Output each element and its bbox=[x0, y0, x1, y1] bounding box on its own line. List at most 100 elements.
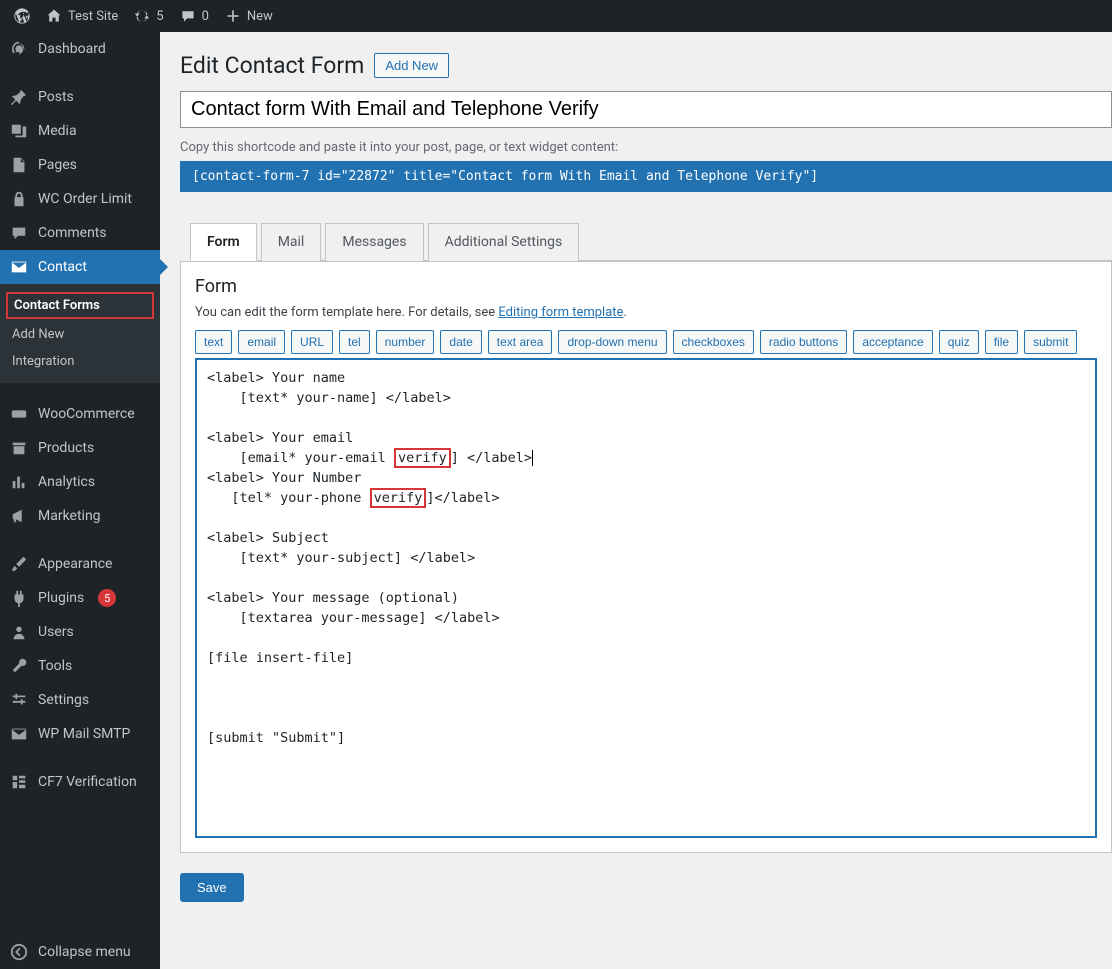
sidebar-item-label: Users bbox=[38, 624, 74, 640]
site-name-link[interactable]: Test Site bbox=[38, 0, 126, 32]
tag-tel[interactable]: tel bbox=[339, 330, 370, 354]
sidebar-item-label: WC Order Limit bbox=[38, 191, 132, 207]
save-button[interactable]: Save bbox=[180, 873, 244, 902]
new-content-link[interactable]: New bbox=[217, 0, 281, 32]
mail-icon bbox=[10, 258, 28, 276]
tag-url[interactable]: URL bbox=[291, 330, 333, 354]
sidebar-item-dashboard[interactable]: Dashboard bbox=[0, 32, 160, 66]
sidebar-item-pages[interactable]: Pages bbox=[0, 148, 160, 182]
chart-icon bbox=[10, 473, 28, 491]
updates-count: 5 bbox=[156, 9, 163, 24]
grid-icon bbox=[10, 773, 28, 791]
update-icon bbox=[134, 8, 150, 24]
tag-radio[interactable]: radio buttons bbox=[760, 330, 847, 354]
sidebar-item-label: CF7 Verification bbox=[38, 774, 137, 790]
tag-submit[interactable]: submit bbox=[1024, 330, 1077, 354]
sidebar-item-wc-order-limit[interactable]: WC Order Limit bbox=[0, 182, 160, 216]
main-content: Edit Contact Form Add New Copy this shor… bbox=[160, 32, 1112, 969]
tag-text[interactable]: text bbox=[195, 330, 232, 354]
sidebar-item-plugins[interactable]: Plugins 5 bbox=[0, 581, 160, 615]
updates-link[interactable]: 5 bbox=[126, 0, 171, 32]
user-icon bbox=[10, 623, 28, 641]
shortcode-label: Copy this shortcode and paste it into yo… bbox=[180, 140, 1112, 155]
form-panel: Form You can edit the form template here… bbox=[180, 261, 1112, 853]
form-title-input[interactable] bbox=[180, 91, 1112, 128]
tag-number[interactable]: number bbox=[376, 330, 435, 354]
wrench-icon bbox=[10, 657, 28, 675]
collapse-icon bbox=[10, 943, 28, 961]
wordpress-icon bbox=[14, 8, 30, 24]
tab-messages[interactable]: Messages bbox=[325, 223, 423, 261]
sidebar-item-posts[interactable]: Posts bbox=[0, 80, 160, 114]
lock-icon bbox=[10, 190, 28, 208]
submenu-integration[interactable]: Integration bbox=[0, 348, 160, 375]
sidebar-item-appearance[interactable]: Appearance bbox=[0, 547, 160, 581]
admin-sidebar: Dashboard Posts Media Pages WC Order Lim… bbox=[0, 32, 160, 969]
tag-email[interactable]: email bbox=[238, 330, 285, 354]
media-icon bbox=[10, 122, 28, 140]
text-caret bbox=[532, 450, 533, 466]
form-template-editor[interactable]: <label> Your name [text* your-name] </la… bbox=[195, 358, 1097, 838]
sidebar-item-media[interactable]: Media bbox=[0, 114, 160, 148]
tab-form[interactable]: Form bbox=[190, 223, 257, 261]
editing-template-link[interactable]: Editing form template bbox=[498, 305, 623, 320]
sidebar-item-wp-mail-smtp[interactable]: WP Mail SMTP bbox=[0, 717, 160, 751]
tag-textarea[interactable]: text area bbox=[488, 330, 553, 354]
tag-dropdown[interactable]: drop-down menu bbox=[558, 330, 666, 354]
plugins-update-badge: 5 bbox=[98, 589, 116, 607]
sidebar-item-users[interactable]: Users bbox=[0, 615, 160, 649]
tag-file[interactable]: file bbox=[985, 330, 1018, 354]
submenu-add-new[interactable]: Add New bbox=[0, 321, 160, 348]
editor-tabs: Form Mail Messages Additional Settings bbox=[190, 222, 1112, 261]
sidebar-item-label: WP Mail SMTP bbox=[38, 726, 130, 742]
comment-icon bbox=[180, 8, 196, 24]
sidebar-item-products[interactable]: Products bbox=[0, 431, 160, 465]
home-icon bbox=[46, 8, 62, 24]
sidebar-item-label: Plugins bbox=[38, 590, 84, 606]
brush-icon bbox=[10, 555, 28, 573]
pin-icon bbox=[10, 88, 28, 106]
page-icon bbox=[10, 156, 28, 174]
shortcode-box[interactable]: [contact-form-7 id="22872" title="Contac… bbox=[180, 161, 1112, 192]
form-panel-heading: Form bbox=[195, 276, 1097, 297]
sidebar-item-tools[interactable]: Tools bbox=[0, 649, 160, 683]
sidebar-item-woocommerce[interactable]: WooCommerce bbox=[0, 397, 160, 431]
tag-acceptance[interactable]: acceptance bbox=[853, 330, 932, 354]
sidebar-item-label: WooCommerce bbox=[38, 406, 135, 422]
sidebar-item-label: Pages bbox=[38, 157, 77, 173]
tag-quiz[interactable]: quiz bbox=[939, 330, 979, 354]
comments-link[interactable]: 0 bbox=[172, 0, 217, 32]
sidebar-item-label: Marketing bbox=[38, 508, 101, 524]
sidebar-item-settings[interactable]: Settings bbox=[0, 683, 160, 717]
new-label: New bbox=[247, 9, 273, 24]
add-new-button[interactable]: Add New bbox=[374, 53, 449, 78]
dashboard-icon bbox=[10, 40, 28, 58]
sidebar-item-label: Tools bbox=[38, 658, 72, 674]
mail-send-icon bbox=[10, 725, 28, 743]
sidebar-item-marketing[interactable]: Marketing bbox=[0, 499, 160, 533]
sidebar-item-analytics[interactable]: Analytics bbox=[0, 465, 160, 499]
tab-additional-settings[interactable]: Additional Settings bbox=[428, 223, 580, 261]
contact-submenu: Contact Forms Add New Integration bbox=[0, 284, 160, 383]
form-panel-description: You can edit the form template here. For… bbox=[195, 305, 1097, 320]
sidebar-item-label: Contact bbox=[38, 259, 87, 275]
tab-mail[interactable]: Mail bbox=[261, 223, 322, 261]
sidebar-item-label: Collapse menu bbox=[38, 944, 131, 960]
sidebar-item-label: Posts bbox=[38, 89, 74, 105]
tag-generator-bar: text email URL tel number date text area… bbox=[195, 330, 1097, 354]
tag-date[interactable]: date bbox=[440, 330, 481, 354]
submenu-contact-forms[interactable]: Contact Forms bbox=[6, 292, 154, 319]
sidebar-item-contact[interactable]: Contact bbox=[0, 250, 160, 284]
sidebar-item-cf7-verification[interactable]: CF7 Verification bbox=[0, 765, 160, 799]
sidebar-item-comments[interactable]: Comments bbox=[0, 216, 160, 250]
comment-icon bbox=[10, 224, 28, 242]
sidebar-item-label: Comments bbox=[38, 225, 107, 241]
tag-checkboxes[interactable]: checkboxes bbox=[673, 330, 754, 354]
sidebar-item-label: Dashboard bbox=[38, 41, 106, 57]
megaphone-icon bbox=[10, 507, 28, 525]
sliders-icon bbox=[10, 691, 28, 709]
wp-logo[interactable] bbox=[6, 0, 38, 32]
plug-icon bbox=[10, 589, 28, 607]
collapse-menu[interactable]: Collapse menu bbox=[0, 935, 160, 969]
sidebar-item-label: Media bbox=[38, 123, 77, 139]
